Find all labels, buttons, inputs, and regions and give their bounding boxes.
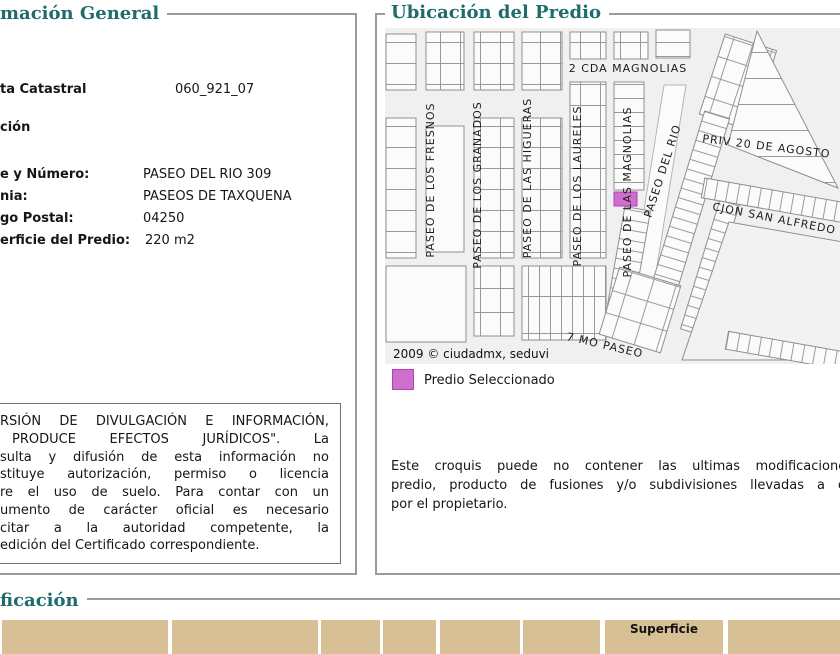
ubicacion-section-label: ción [0, 120, 31, 135]
street-label-1: PASEO DE LOS GRANADOS [471, 101, 484, 268]
map-note-line: por el propietario. [391, 497, 508, 512]
zoning-header-cell [383, 620, 436, 654]
zoning-header-cell [728, 620, 840, 654]
street-label-2: PASEO DE LAS HIGUERAS [521, 98, 534, 259]
map-note-line: Este croquis puede no contener las ultim… [391, 459, 840, 474]
zoning-header-cell-superficie: Superficie [605, 620, 723, 654]
disclaimer-line: edición del Certificado correspondiente. [0, 538, 260, 554]
disclaimer-line: re el uso de suelo. Para contar con un [0, 485, 329, 500]
zoning-header-cell [321, 620, 380, 654]
street-label-6: 2 CDA MAGNOLIAS [569, 62, 688, 75]
location-legend: Ubicación del Predio [385, 2, 609, 23]
calle-numero-label: e y Número: [0, 167, 90, 182]
street-label-3: PASEO DE LOS LAURELES [571, 106, 584, 267]
map-note-line: predio, producto de fusiones y/o subdivi… [391, 478, 840, 493]
general-info-legend: mación General [0, 3, 168, 24]
legal-disclaimer-box: RSIÓN DE DIVULGACIÓN E INFORMACIÓN, PROD… [0, 403, 341, 564]
disclaimer-line: umento de carácter oficial es necesario [0, 502, 329, 518]
zoning-header-cell [440, 620, 520, 654]
disclaimer-line: RSIÓN DE DIVULGACIÓN E INFORMACIÓN, [0, 414, 329, 429]
cuenta-catastral-label: ta Catastral [0, 82, 87, 97]
street-label-4: PASEO DE LAS MAGNOLIAS [621, 107, 634, 278]
superficie-predio-value: 220 m2 [145, 233, 195, 248]
colonia-label: nia: [0, 189, 28, 204]
codigo-postal-value: 04250 [143, 211, 185, 226]
zoning-header-cell [172, 620, 318, 654]
disclaimer-line: stituye autorización, permiso o licencia [0, 467, 329, 483]
selected-parcel-label: Predio Seleccionado [424, 373, 555, 388]
cuenta-catastral-value: 060_921_07 [175, 82, 255, 97]
street-label-0: PASEO DE LOS FRESNOS [424, 102, 437, 257]
cadastral-report-page: { "colors": { "legend_teal": "#1e6c6c", … [0, 0, 840, 654]
calle-numero-value: PASEO DEL RIO 309 [143, 167, 272, 182]
superficie-predio-label: erficie del Predio: [0, 233, 131, 248]
map-copyright: 2009 © ciudadmx, seduvi [393, 347, 550, 361]
disclaimer-line: citar a la autoridad competente, la [0, 520, 329, 536]
zoning-header-cell [523, 620, 600, 654]
disclaimer-line: sulta y difusión de esta información no [0, 449, 329, 465]
zoning-header-cell [2, 620, 168, 654]
location-map: PASEO DE LOS FRESNOS PASEO DE LOS GRANADO… [385, 28, 840, 364]
colonia-value: PASEOS DE TAXQUENA [143, 189, 292, 204]
selected-parcel-swatch [392, 369, 414, 390]
disclaimer-line: PRODUCE EFECTOS JURÍDICOS". La [12, 431, 329, 447]
zoning-legend: ficación [0, 590, 87, 611]
codigo-postal-label: go Postal: [0, 211, 74, 226]
map-note: Este croquis puede no contener las ultim… [391, 457, 840, 514]
